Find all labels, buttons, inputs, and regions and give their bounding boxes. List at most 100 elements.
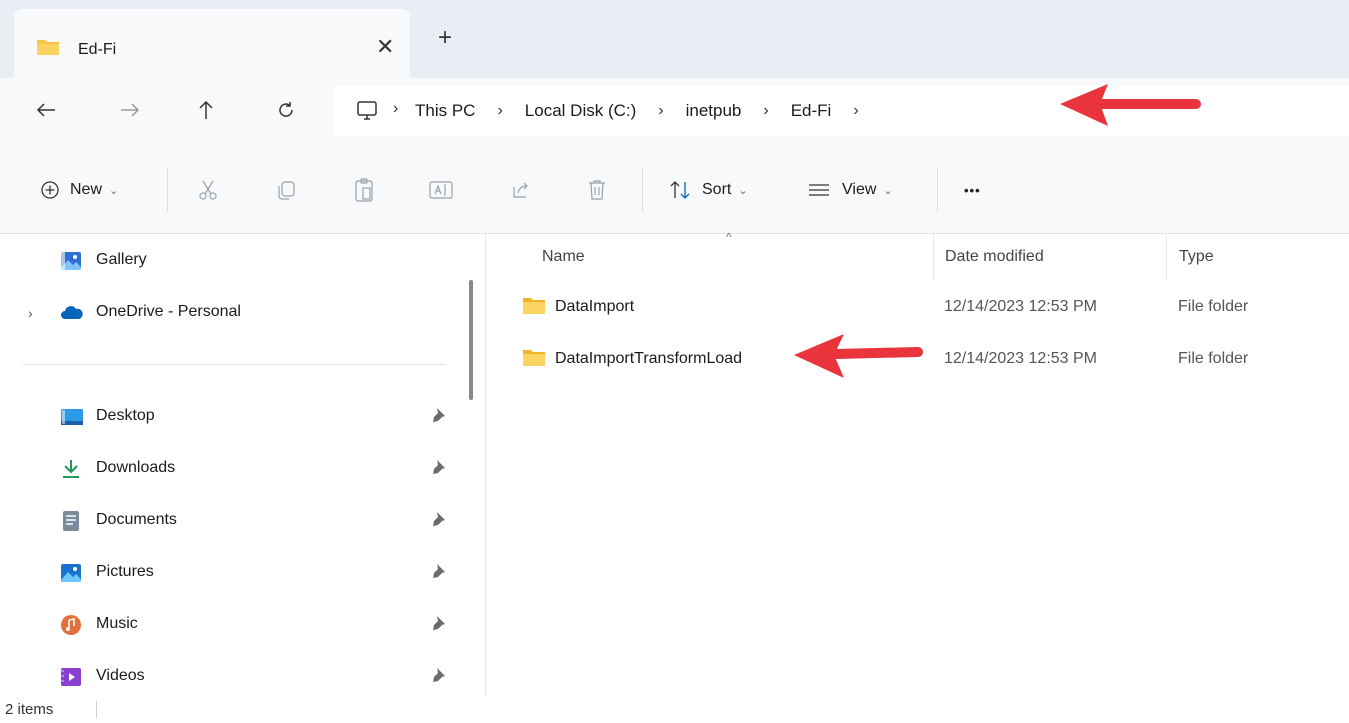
pin-icon[interactable] bbox=[432, 511, 446, 532]
table-row[interactable]: DataImportTransformLoad 12/14/2023 12:53… bbox=[514, 336, 1349, 380]
pin-icon[interactable] bbox=[432, 407, 446, 428]
sidebar-item-label: Desktop bbox=[96, 407, 155, 424]
column-header-date-modified[interactable]: Date modified bbox=[945, 234, 1044, 280]
toolbar-divider bbox=[642, 168, 643, 212]
nav-divider bbox=[23, 364, 445, 365]
videos-icon bbox=[60, 666, 82, 688]
status-divider bbox=[96, 701, 97, 718]
folder-icon bbox=[522, 296, 546, 321]
breadcrumb-separator[interactable]: › bbox=[763, 102, 768, 120]
pin-icon[interactable] bbox=[432, 667, 446, 688]
music-icon bbox=[60, 614, 82, 636]
close-tab-icon[interactable]: ✕ bbox=[376, 36, 394, 58]
paste-icon bbox=[355, 178, 373, 202]
tab-ed-fi[interactable]: Ed-Fi ✕ bbox=[14, 9, 410, 78]
column-divider[interactable] bbox=[1166, 234, 1167, 280]
chevron-down-icon: ⌄ bbox=[738, 184, 748, 197]
sidebar-item-label: Pictures bbox=[96, 563, 154, 580]
file-type: File folder bbox=[1178, 350, 1249, 367]
column-header-name[interactable]: Name bbox=[542, 234, 585, 280]
sort-ascending-icon: ^ bbox=[726, 230, 732, 244]
forward-arrow-icon[interactable] bbox=[110, 90, 150, 130]
sidebar-item-videos[interactable]: Videos bbox=[0, 656, 470, 696]
folder-icon bbox=[522, 348, 546, 373]
rename-button[interactable] bbox=[428, 174, 456, 206]
column-header-type[interactable]: Type bbox=[1179, 234, 1214, 280]
chevron-right-icon[interactable]: › bbox=[28, 305, 33, 321]
breadcrumb-separator[interactable]: › bbox=[393, 100, 398, 118]
chevron-down-icon: ⌄ bbox=[109, 184, 119, 197]
toolbar-divider bbox=[167, 168, 168, 212]
breadcrumb-separator[interactable]: › bbox=[853, 102, 858, 120]
chevron-down-icon: ⌄ bbox=[883, 184, 893, 197]
breadcrumb-ed-fi[interactable]: Ed-Fi bbox=[791, 101, 832, 121]
back-arrow-icon[interactable] bbox=[26, 90, 66, 130]
tab-title: Ed-Fi bbox=[78, 41, 117, 58]
pin-icon[interactable] bbox=[432, 615, 446, 636]
file-list: ^ Name Date modified Type DataImport 12/… bbox=[485, 230, 1349, 696]
navigation-pane: Gallery › OneDrive - Personal Desktop Do… bbox=[0, 234, 485, 696]
plus-circle-icon bbox=[41, 181, 59, 199]
sidebar-item-desktop[interactable]: Desktop bbox=[0, 396, 470, 436]
sort-icon bbox=[670, 181, 690, 199]
new-button[interactable]: New ⌄ bbox=[40, 174, 118, 206]
new-tab-icon[interactable]: + bbox=[438, 26, 452, 50]
sort-label: Sort bbox=[702, 181, 732, 198]
annotation-arrow-icon bbox=[794, 334, 923, 378]
paste-button[interactable] bbox=[352, 174, 376, 206]
file-name: DataImportTransformLoad bbox=[555, 350, 743, 367]
title-bar: Ed-Fi ✕ + bbox=[0, 0, 1349, 78]
up-arrow-icon[interactable] bbox=[186, 90, 226, 130]
toolbar-divider bbox=[937, 168, 938, 212]
download-icon bbox=[60, 458, 82, 480]
breadcrumb-separator[interactable]: › bbox=[658, 102, 663, 120]
status-bar: 2 items bbox=[0, 696, 1349, 723]
sidebar-item-downloads[interactable]: Downloads bbox=[0, 448, 470, 488]
breadcrumb: This PC › Local Disk (C:) › inetpub › Ed… bbox=[415, 86, 881, 136]
sidebar-item-label: Downloads bbox=[96, 459, 176, 476]
pictures-icon bbox=[60, 562, 82, 584]
pin-icon[interactable] bbox=[432, 563, 446, 584]
delete-button[interactable] bbox=[586, 174, 608, 206]
annotation-arrow-icon bbox=[1060, 84, 1201, 126]
pin-icon[interactable] bbox=[432, 459, 446, 480]
copy-icon bbox=[278, 181, 295, 200]
breadcrumb-separator[interactable]: › bbox=[497, 102, 502, 120]
onedrive-cloud-icon bbox=[60, 302, 83, 324]
trash-icon bbox=[589, 180, 605, 200]
refresh-icon[interactable] bbox=[266, 90, 306, 130]
sidebar-item-pictures[interactable]: Pictures bbox=[0, 552, 470, 592]
gallery-icon bbox=[60, 250, 82, 272]
column-divider[interactable] bbox=[933, 234, 934, 280]
share-icon bbox=[513, 182, 528, 198]
file-date-modified: 12/14/2023 12:53 PM bbox=[944, 298, 1098, 315]
sidebar-item-label: Documents bbox=[96, 511, 177, 528]
table-row[interactable]: DataImport 12/14/2023 12:53 PM File fold… bbox=[514, 284, 1349, 328]
sidebar-item-label: Videos bbox=[96, 667, 145, 684]
view-button[interactable]: View ⌄ bbox=[808, 174, 893, 206]
new-label: New bbox=[70, 181, 103, 198]
sidebar-item-music[interactable]: Music bbox=[0, 604, 470, 644]
file-name: DataImport bbox=[555, 298, 635, 315]
more-options-button[interactable]: ••• bbox=[964, 174, 981, 206]
folder-icon bbox=[36, 37, 60, 62]
breadcrumb-inetpub[interactable]: inetpub bbox=[686, 101, 742, 121]
scissors-icon bbox=[199, 180, 217, 200]
view-icon bbox=[809, 184, 829, 196]
sidebar-item-gallery[interactable]: Gallery bbox=[0, 240, 470, 280]
rename-icon bbox=[429, 181, 453, 199]
cut-button[interactable] bbox=[196, 174, 220, 206]
this-pc-icon bbox=[355, 100, 379, 127]
item-count: 2 items bbox=[5, 701, 54, 718]
sidebar-item-documents[interactable]: Documents bbox=[0, 500, 470, 540]
breadcrumb-local-disk[interactable]: Local Disk (C:) bbox=[525, 101, 636, 121]
file-date-modified: 12/14/2023 12:53 PM bbox=[944, 350, 1098, 367]
sidebar-item-label: OneDrive - Personal bbox=[96, 303, 241, 320]
sidebar-item-label: Music bbox=[96, 615, 138, 632]
copy-button[interactable] bbox=[274, 174, 298, 206]
sort-button[interactable]: Sort ⌄ bbox=[668, 174, 748, 206]
breadcrumb-this-pc[interactable]: This PC bbox=[415, 101, 475, 121]
sidebar-item-onedrive[interactable]: › OneDrive - Personal bbox=[0, 292, 470, 332]
file-type: File folder bbox=[1178, 298, 1249, 315]
share-button[interactable] bbox=[510, 174, 532, 206]
